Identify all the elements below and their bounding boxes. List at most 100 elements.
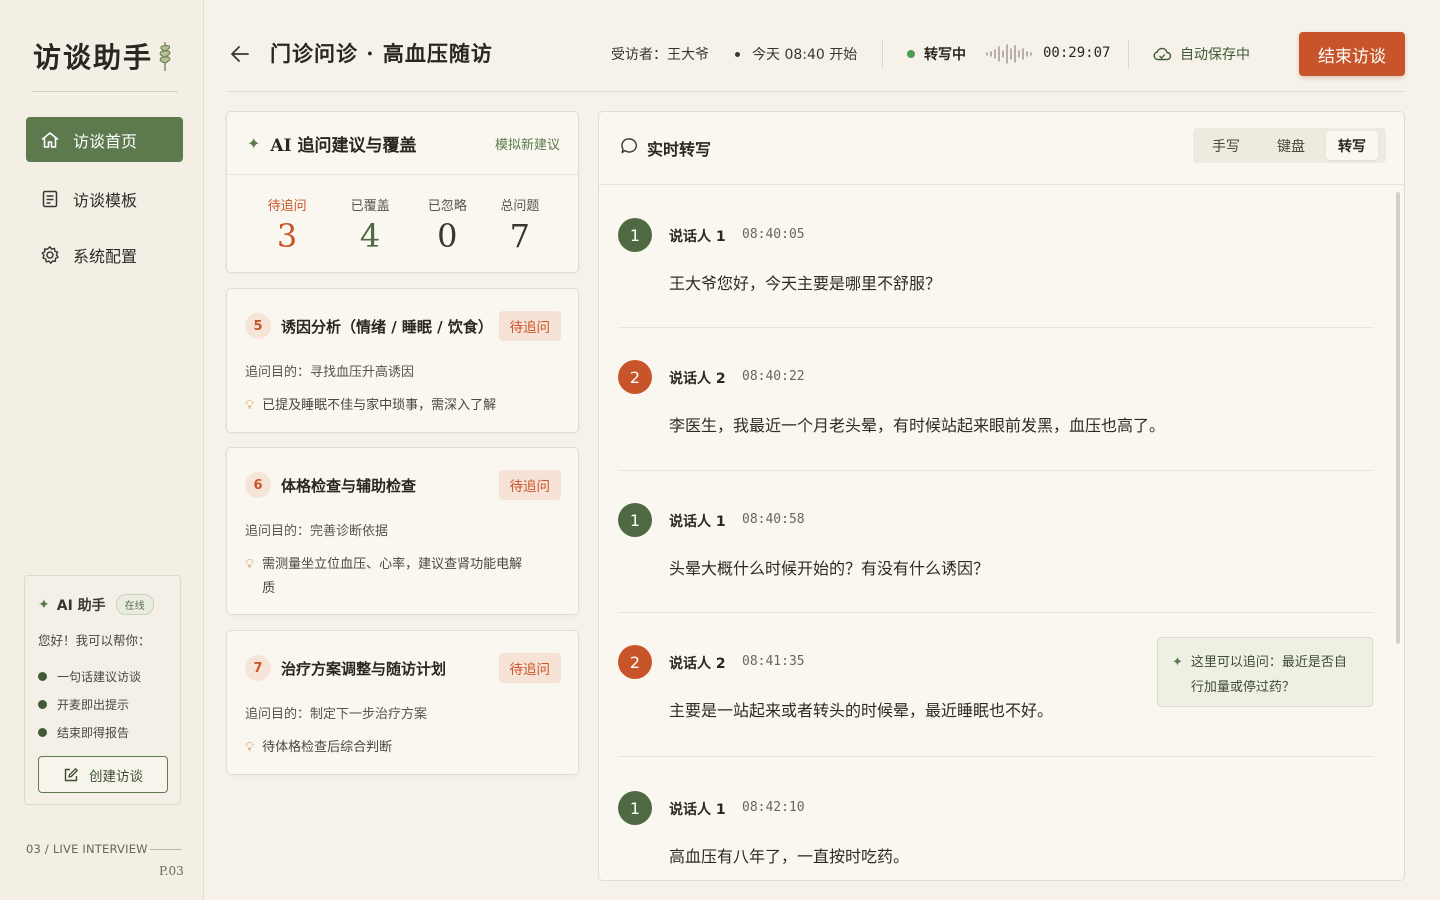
autosave-status: 自动保存中 (1152, 44, 1250, 64)
question-number: 5 (245, 313, 271, 339)
stat-value: 4 (359, 217, 381, 255)
question-hint: 需测量坐立位血压、心率，建议查肾功能电解质 (262, 557, 523, 596)
speaker-avatar: 1 (618, 791, 652, 825)
stat-value: 3 (276, 217, 298, 255)
question-purpose: 追问目的：完善诊断依据 (245, 524, 389, 539)
question-title: 体格检查与辅助检查 (281, 476, 417, 495)
tab-transcribe[interactable]: 转写 (1326, 131, 1378, 160)
page-title: 门诊问诊 · 高血压随访 (270, 41, 493, 66)
ai-followup-tip[interactable]: ✦ 这里可以追问：最近是否自行加量或停过药？ (1157, 637, 1373, 707)
section-label: 03 / LIVE INTERVIEW (26, 842, 148, 856)
message-divider (618, 327, 1374, 328)
speaker-name: 说话人 1 (669, 229, 726, 245)
sparkle-icon: ✦ (38, 596, 50, 613)
message-time: 08:40:05 (742, 227, 805, 242)
sparkle-icon: ✦ (1172, 655, 1183, 670)
live-dot-icon (907, 50, 915, 58)
list-item-label: 一句话建议访谈 (57, 669, 142, 684)
pending-status-button[interactable]: 待追问 (498, 470, 561, 500)
speaker-name: 说话人 2 (669, 656, 726, 672)
cloud-save-icon (1153, 47, 1172, 61)
question-title: 治疗方案调整与随访计划 (281, 659, 447, 678)
scrollbar[interactable] (1396, 192, 1400, 644)
question-card[interactable]: 6 体格检查与辅助检查 待追问 追问目的：完善诊断依据 💡︎ 需测量坐立位血压、心… (226, 447, 579, 615)
message-text: 李医生，我最近一个月老头晕，有时候站起来眼前发黑，血压也高了。 (669, 416, 1166, 435)
assistant-title: AI 助手 (56, 597, 106, 614)
message-divider (618, 470, 1374, 471)
speaker-avatar: 1 (618, 503, 652, 537)
tab-handwriting[interactable]: 手写 (1196, 131, 1256, 160)
stat-total[interactable]: 总问题 7 (482, 175, 558, 256)
nav-item-settings[interactable]: 系统配置 (26, 232, 183, 277)
create-interview-button[interactable]: 创建访谈 (38, 756, 168, 793)
list-item-label: 开麦即出提示 (57, 697, 130, 712)
bullet-icon (38, 699, 47, 709)
question-number: 6 (245, 472, 271, 498)
question-title: 诱因分析（情绪 / 睡眠 / 饮食） (281, 317, 493, 336)
pending-status-button[interactable]: 待追问 (498, 653, 561, 683)
question-number: 7 (245, 655, 271, 681)
stat-value: 0 (437, 217, 458, 255)
divider (882, 40, 883, 68)
brand-divider (32, 91, 178, 92)
nav-label: 访谈首页 (73, 131, 138, 151)
transcript-title: 实时转写 (647, 140, 712, 159)
message-time: 08:41:35 (742, 654, 805, 669)
card-title: AI 追问建议与覆盖 (270, 135, 417, 156)
speaker-name: 说话人 1 (669, 514, 726, 530)
stat-covered[interactable]: 已覆盖 4 (327, 175, 413, 256)
status-badge: 在线 (115, 594, 154, 615)
back-arrow-icon[interactable] (228, 42, 252, 66)
simulate-suggestion-link[interactable]: 模拟新建议 (495, 134, 560, 153)
question-card[interactable]: 5 诱因分析（情绪 / 睡眠 / 饮食） 待追问 追问目的：寻找血压升高诱因 💡… (226, 288, 579, 433)
assistant-feature-list: 一句话建议访谈 开麦即出提示 结束即得报告 (38, 662, 167, 746)
tab-keyboard[interactable]: 键盘 (1256, 131, 1326, 160)
autosave-label: 自动保存中 (1180, 47, 1250, 63)
coverage-stats: 待追问 3 已覆盖 4 已忽略 0 总问题 7 (227, 175, 578, 256)
gear-icon (41, 245, 59, 264)
stat-label: 已忽略 (427, 199, 467, 214)
stat-value: 7 (509, 217, 531, 255)
bullet-icon (38, 727, 47, 737)
chat-bubble-icon (621, 138, 637, 154)
sparkle-icon: ✦ (247, 133, 261, 153)
nav-item-home[interactable]: 访谈首页 (26, 117, 183, 162)
message-time: 08:40:58 (742, 512, 805, 527)
stat-label: 已覆盖 (350, 199, 390, 214)
ai-assistant-card: ✦ AI 助手 在线 您好！我可以帮你： 一句话建议访谈 开麦即出提示 结束即得… (24, 575, 181, 805)
speaker-avatar: 1 (618, 218, 652, 252)
message-text: 主要是一站起来或者转头的时候晕，最近睡眠也不好。 (669, 701, 1054, 720)
question-purpose: 追问目的：制定下一步治疗方案 (245, 707, 428, 722)
page-number: P.03 (159, 864, 184, 878)
end-interview-button[interactable]: 结束访谈 (1299, 32, 1405, 76)
recording-status-label: 转写中 (924, 47, 966, 63)
message-divider (618, 756, 1374, 757)
stat-pending[interactable]: 待追问 3 (247, 175, 327, 256)
interviewee-label: 受访者：王大爷 (611, 47, 709, 63)
lightbulb-icon: 💡︎ (245, 398, 255, 413)
home-icon (41, 131, 59, 148)
stat-label: 待追问 (267, 199, 307, 214)
stat-ignored[interactable]: 已忽略 0 (413, 175, 482, 256)
question-purpose: 追问目的：寻找血压升高诱因 (245, 365, 415, 380)
nav-item-templates[interactable]: 访谈模板 (26, 176, 183, 221)
speaker-name: 说话人 2 (669, 371, 726, 387)
edit-icon (64, 767, 78, 781)
start-time: 今天 08:40 开始 (735, 44, 857, 64)
waveform-icon (986, 44, 1032, 64)
stat-label: 总问题 (500, 199, 540, 214)
tip-text: 这里可以追问：最近是否自行加量或停过药？ (1190, 655, 1347, 695)
nav-label: 访谈模板 (73, 190, 138, 210)
message-time: 08:42:10 (742, 800, 805, 815)
message-divider (618, 612, 1374, 613)
message-text: 王大爷您好，今天主要是哪里不舒服？ (669, 274, 942, 293)
elapsed-timer: 00:29:07 (1043, 45, 1111, 61)
list-item-label: 结束即得报告 (57, 725, 130, 740)
bullet-icon (38, 671, 47, 681)
recording-status: 转写中 (907, 44, 966, 64)
leaf-icon (159, 42, 171, 71)
question-card[interactable]: 7 治疗方案调整与随访计划 待追问 追问目的：制定下一步治疗方案 💡︎ 待体格检查… (226, 630, 579, 775)
list-item: 开麦即出提示 (38, 690, 167, 718)
pending-status-button[interactable]: 待追问 (498, 311, 561, 341)
brand-title: 访谈助手 (33, 41, 154, 74)
